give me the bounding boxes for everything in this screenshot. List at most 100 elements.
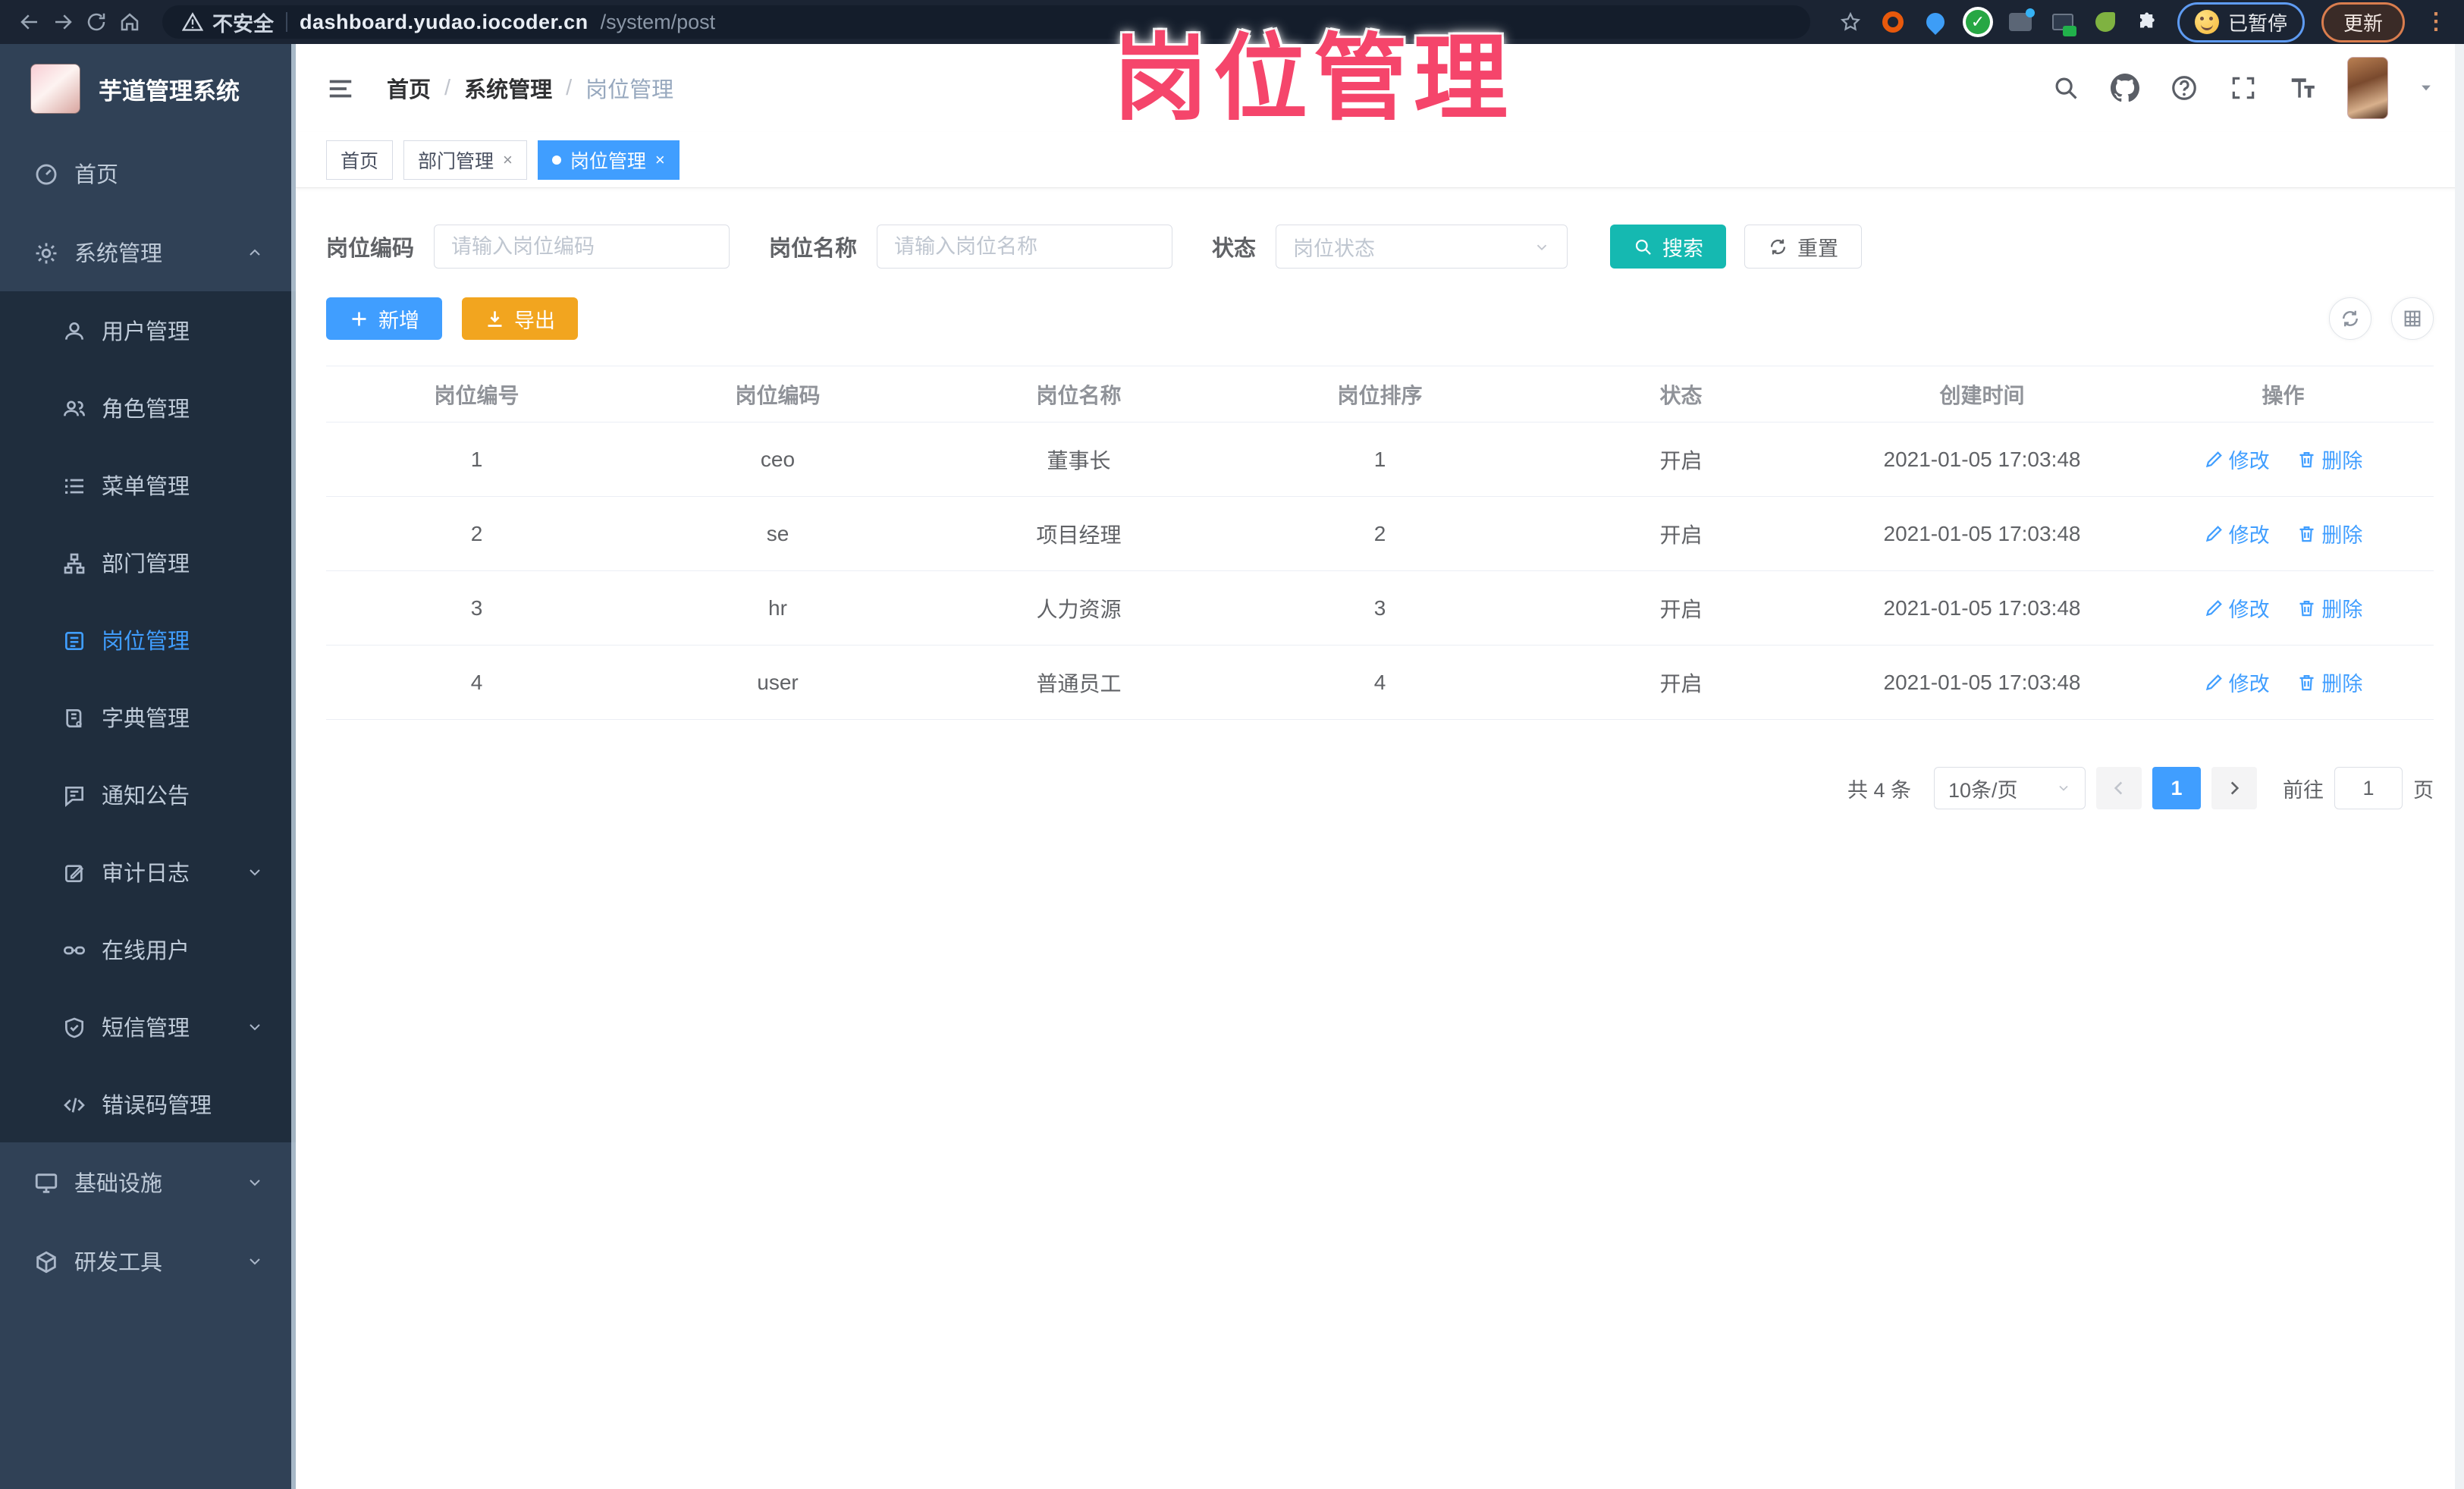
app-logo[interactable]: 芋道管理系统 xyxy=(0,44,296,134)
search-button[interactable]: 搜索 xyxy=(1610,225,1727,269)
grid-icon xyxy=(2402,308,2423,329)
close-icon[interactable]: × xyxy=(503,150,513,170)
search-icon[interactable] xyxy=(2051,74,2080,102)
sidebar-item-notices[interactable]: 通知公告 xyxy=(0,755,296,833)
tab-departments[interactable]: 部门管理 × xyxy=(403,140,527,180)
sidebar-item-error-codes[interactable]: 错误码管理 xyxy=(0,1065,296,1142)
user-avatar[interactable] xyxy=(2347,57,2388,119)
active-dot xyxy=(551,155,561,165)
sidebar-item-home[interactable]: 首页 xyxy=(0,134,296,212)
security-chip[interactable]: 不安全 xyxy=(182,8,274,37)
page-1-button[interactable]: 1 xyxy=(2152,767,2201,809)
extension-keyboard-icon[interactable] xyxy=(2007,8,2035,35)
sidebar-item-online-users[interactable]: 在线用户 xyxy=(0,910,296,988)
extension-orange-icon[interactable] xyxy=(1880,9,1906,35)
sidebar-item-audit-log[interactable]: 审计日志 xyxy=(0,833,296,910)
export-button[interactable]: 导出 xyxy=(462,297,578,340)
bookmark-star-icon[interactable] xyxy=(1838,9,1863,35)
trash-icon xyxy=(2296,672,2317,693)
prev-page-button[interactable] xyxy=(2096,767,2142,809)
help-icon[interactable] xyxy=(2170,74,2199,102)
add-button[interactable]: 新增 xyxy=(326,297,442,340)
cell-actions: 修改 删除 xyxy=(2133,496,2434,571)
sidebar-item-departments[interactable]: 部门管理 xyxy=(0,523,296,601)
column-settings-button[interactable] xyxy=(2391,297,2434,340)
plus-icon xyxy=(349,309,369,329)
edit-link[interactable]: 修改 xyxy=(2204,519,2270,548)
link-icon xyxy=(62,935,86,963)
sidebar-item-users[interactable]: 用户管理 xyxy=(0,291,296,369)
address-bar[interactable]: 不安全 dashboard.yudao.iocoder.cn/system/po… xyxy=(162,5,1810,39)
omnibox-divider xyxy=(286,12,287,32)
next-page-button[interactable] xyxy=(2211,767,2257,809)
browser-menu-icon[interactable]: ⋮ xyxy=(2425,11,2447,33)
extension-pin-icon[interactable] xyxy=(1922,9,1948,35)
sidebar-item-menus[interactable]: 菜单管理 xyxy=(0,446,296,523)
sidebar-item-posts[interactable]: 岗位管理 xyxy=(0,601,296,678)
edit-link[interactable]: 修改 xyxy=(2204,445,2270,474)
sidebar-item-dictionary[interactable]: 字典管理 xyxy=(0,678,296,755)
url-host: dashboard.yudao.iocoder.cn xyxy=(300,10,589,33)
post-name-input[interactable] xyxy=(877,225,1173,269)
cell-sort: 1 xyxy=(1229,422,1530,497)
goto-page-input[interactable] xyxy=(2334,767,2403,809)
table-toolbar: 新增 导出 xyxy=(326,297,2434,340)
browser-reload-button[interactable] xyxy=(83,9,109,35)
tab-posts[interactable]: 岗位管理 × xyxy=(537,140,680,180)
delete-link[interactable]: 删除 xyxy=(2296,445,2362,474)
page-scrollbar[interactable] xyxy=(2455,44,2464,1489)
tab-home[interactable]: 首页 xyxy=(326,140,394,180)
book-icon xyxy=(62,703,86,731)
total-count: 共 4 条 xyxy=(1847,778,1911,802)
sidebar-item-sms[interactable]: 短信管理 xyxy=(0,988,296,1065)
close-icon[interactable]: × xyxy=(655,150,665,170)
cell-name: 项目经理 xyxy=(928,496,1229,571)
col-post-name: 岗位名称 xyxy=(928,366,1229,423)
extension-database-icon[interactable] xyxy=(2050,9,2076,36)
edit-link[interactable]: 修改 xyxy=(2204,668,2270,697)
col-actions: 操作 xyxy=(2133,366,2434,423)
breadcrumb-home[interactable]: 首页 xyxy=(387,72,431,104)
browser-home-button[interactable] xyxy=(117,9,143,35)
breadcrumb-system[interactable]: 系统管理 xyxy=(464,72,552,104)
edit-link[interactable]: 修改 xyxy=(2204,593,2270,623)
sidebar-item-infrastructure[interactable]: 基础设施 xyxy=(0,1142,296,1221)
font-size-icon[interactable] xyxy=(2288,74,2317,102)
github-icon[interactable] xyxy=(2111,74,2139,102)
browser-forward-button[interactable] xyxy=(50,9,76,35)
browser-back-button[interactable] xyxy=(17,9,42,35)
status-placeholder: 岗位状态 xyxy=(1293,237,1376,260)
sidebar-item-roles[interactable]: 角色管理 xyxy=(0,369,296,446)
cell-status: 开启 xyxy=(1530,496,1832,571)
page-content: 岗位编码 岗位名称 状态 岗位状态 搜索 重置 xyxy=(296,188,2464,1489)
extension-check-icon[interactable]: ✓ xyxy=(1965,9,1991,35)
cell-name: 普通员工 xyxy=(928,645,1229,720)
page-size-select[interactable]: 10条/页 xyxy=(1934,767,2086,809)
cell-name: 人力资源 xyxy=(928,570,1229,646)
cell-created: 2021-01-05 17:03:48 xyxy=(1832,496,2133,571)
extension-leaf-icon[interactable] xyxy=(2092,9,2118,35)
delete-link[interactable]: 删除 xyxy=(2296,668,2362,697)
post-code-input[interactable] xyxy=(434,225,730,269)
delete-link[interactable]: 删除 xyxy=(2296,519,2362,548)
update-button[interactable]: 更新 xyxy=(2321,2,2405,42)
cell-code: hr xyxy=(627,570,928,646)
breadcrumb-separator: / xyxy=(566,75,573,100)
sidebar-item-label: 字典管理 xyxy=(102,707,190,731)
sidebar-item-dev-tools[interactable]: 研发工具 xyxy=(0,1221,296,1300)
url-path: /system/post xyxy=(600,10,716,33)
sidebar-item-system[interactable]: 系统管理 xyxy=(0,212,296,291)
add-button-label: 新增 xyxy=(378,309,419,332)
hamburger-icon[interactable] xyxy=(326,72,355,105)
fullscreen-icon[interactable] xyxy=(2229,74,2258,102)
delete-link[interactable]: 删除 xyxy=(2296,593,2362,623)
status-select[interactable]: 岗位状态 xyxy=(1276,225,1568,269)
posts-table: 岗位编号 岗位编码 岗位名称 岗位排序 状态 创建时间 操作 1 ceo 董事长 xyxy=(326,366,2434,720)
avatar-caret-down-icon[interactable] xyxy=(2418,80,2434,97)
reset-button[interactable]: 重置 xyxy=(1744,225,1863,269)
paused-badge[interactable]: 已暂停 xyxy=(2177,2,2305,42)
cell-created: 2021-01-05 17:03:48 xyxy=(1832,570,2133,646)
refresh-table-button[interactable] xyxy=(2329,297,2371,340)
gear-icon xyxy=(33,237,59,267)
extensions-puzzle-icon[interactable] xyxy=(2135,9,2161,35)
